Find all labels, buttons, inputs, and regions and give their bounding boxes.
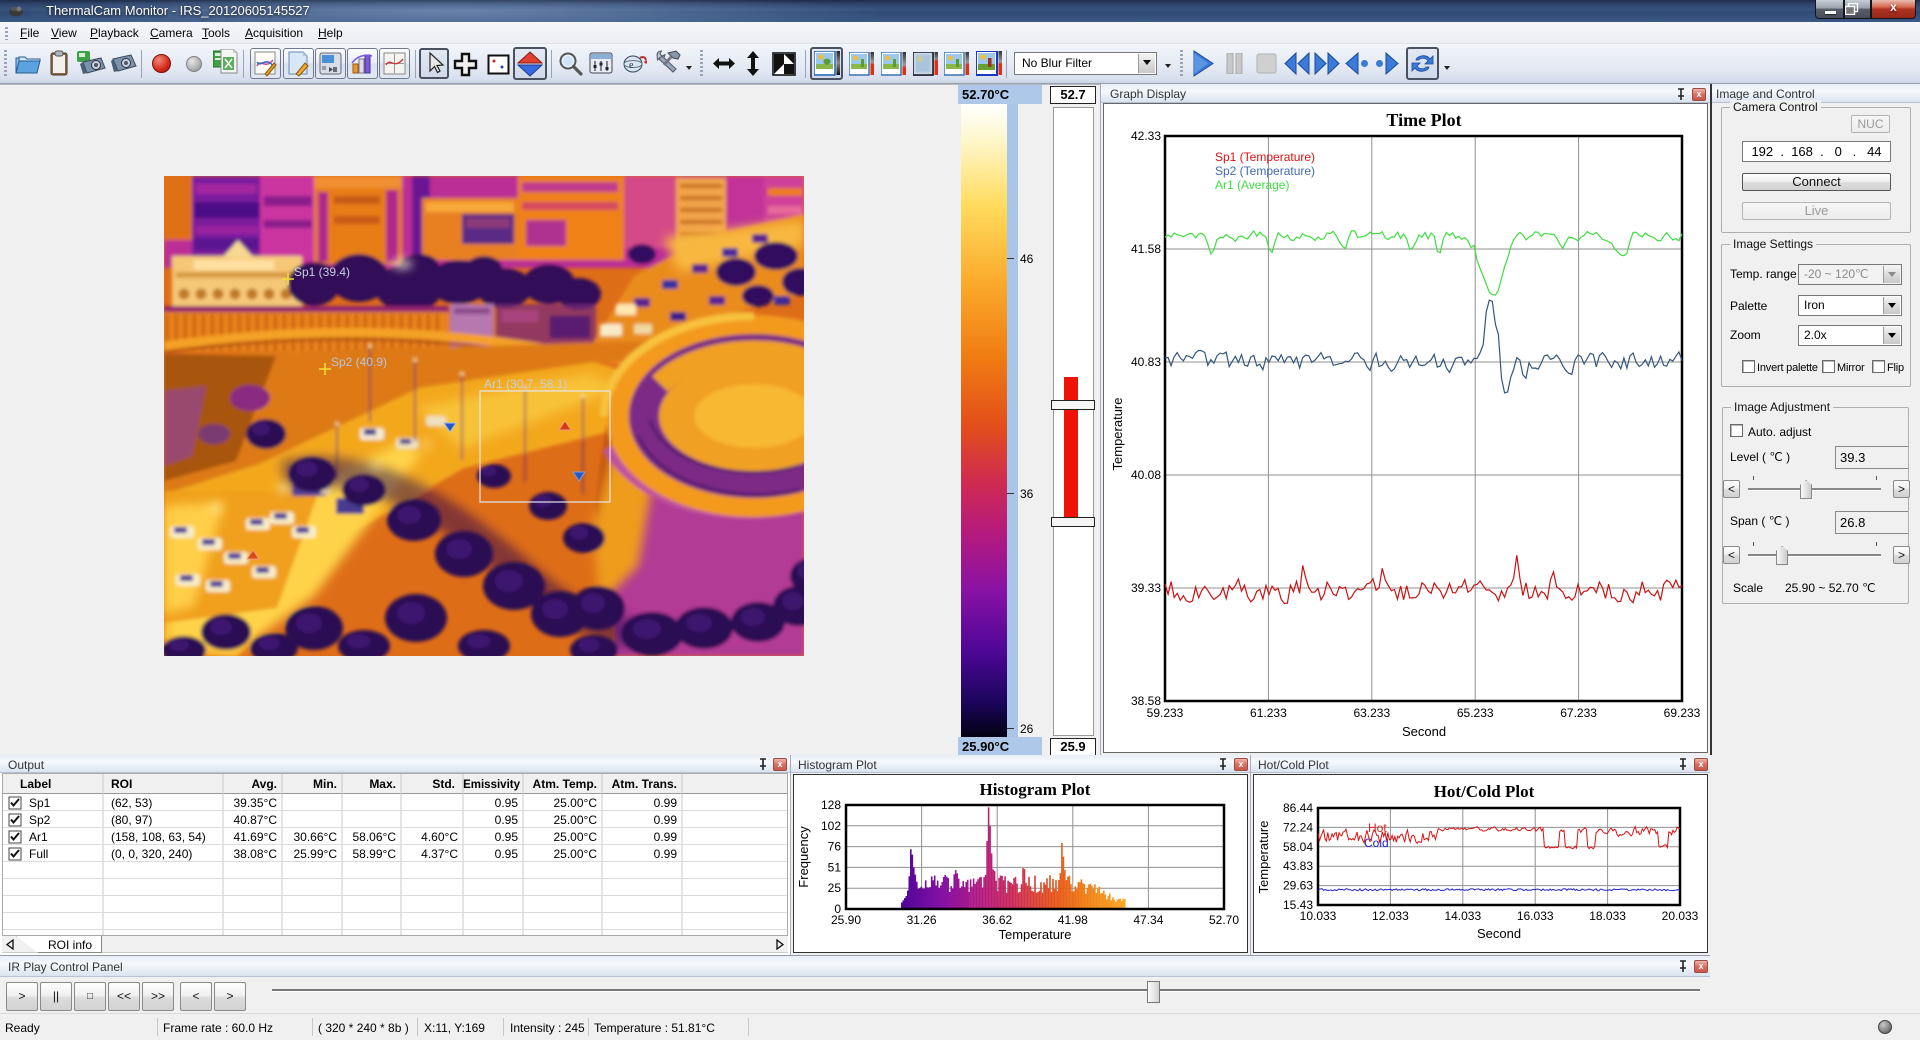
svg-text:41.58: 41.58 bbox=[1131, 242, 1161, 256]
svg-text:Avg.: Avg. bbox=[251, 777, 277, 791]
svg-text:Hot/Cold Plot: Hot/Cold Plot bbox=[1434, 782, 1535, 801]
svg-text:0.99: 0.99 bbox=[654, 847, 678, 861]
svg-text:Label: Label bbox=[20, 777, 51, 791]
svg-text:63.233: 63.233 bbox=[1353, 706, 1390, 720]
svg-text:20.033: 20.033 bbox=[1662, 909, 1699, 923]
svg-text:40.08: 40.08 bbox=[1131, 468, 1161, 482]
svg-text:(80, 97): (80, 97) bbox=[111, 813, 152, 827]
svg-text:29.63: 29.63 bbox=[1283, 879, 1313, 893]
svg-text:102: 102 bbox=[821, 819, 841, 833]
svg-text:(0, 0, 320, 240): (0, 0, 320, 240) bbox=[111, 847, 192, 861]
svg-text:0.99: 0.99 bbox=[654, 796, 678, 810]
svg-text:Frequency: Frequency bbox=[796, 826, 811, 888]
svg-text:Sp2 (Temperature): Sp2 (Temperature) bbox=[1215, 164, 1315, 178]
svg-text:(62, 53): (62, 53) bbox=[111, 796, 152, 810]
svg-text:Ar1: Ar1 bbox=[29, 830, 48, 844]
svg-text:Second: Second bbox=[1477, 926, 1521, 941]
svg-text:58.99°C: 58.99°C bbox=[353, 847, 397, 861]
svg-text:0.99: 0.99 bbox=[654, 813, 678, 827]
svg-text:41.69°C: 41.69°C bbox=[234, 830, 278, 844]
svg-text:52.70: 52.70 bbox=[1209, 913, 1239, 927]
svg-text:25.90: 25.90 bbox=[831, 913, 861, 927]
svg-text:10.033: 10.033 bbox=[1300, 909, 1337, 923]
svg-text:Atm. Trans.: Atm. Trans. bbox=[612, 777, 677, 791]
svg-text:86.44: 86.44 bbox=[1283, 801, 1313, 815]
svg-text:4.60°C: 4.60°C bbox=[421, 830, 458, 844]
svg-text:41.98: 41.98 bbox=[1058, 913, 1088, 927]
svg-text:Sp2 (40.9): Sp2 (40.9) bbox=[331, 355, 387, 369]
svg-text:25.00°C: 25.00°C bbox=[554, 847, 598, 861]
svg-text:0.95: 0.95 bbox=[495, 796, 519, 810]
svg-text:38.08°C: 38.08°C bbox=[234, 847, 278, 861]
svg-text:51: 51 bbox=[828, 860, 842, 874]
svg-text:61.233: 61.233 bbox=[1250, 706, 1287, 720]
svg-text:128: 128 bbox=[821, 798, 841, 812]
svg-text:14.033: 14.033 bbox=[1444, 909, 1481, 923]
svg-text:ROI: ROI bbox=[111, 777, 132, 791]
svg-text:Temperature: Temperature bbox=[1256, 821, 1271, 894]
svg-text:Cold: Cold bbox=[1364, 836, 1389, 850]
svg-text:Emissivity: Emissivity bbox=[463, 779, 520, 791]
svg-text:39.33: 39.33 bbox=[1131, 581, 1161, 595]
svg-text:31.26: 31.26 bbox=[907, 913, 937, 927]
svg-text:Ar1 (30.7, 58.1): Ar1 (30.7, 58.1) bbox=[484, 377, 567, 391]
svg-text:0.99: 0.99 bbox=[654, 830, 678, 844]
svg-text:Std.: Std. bbox=[432, 777, 455, 791]
svg-text:30.66°C: 30.66°C bbox=[294, 830, 338, 844]
svg-text:58.06°C: 58.06°C bbox=[353, 830, 397, 844]
svg-text:Temperature: Temperature bbox=[999, 927, 1072, 942]
svg-text:59.233: 59.233 bbox=[1147, 706, 1184, 720]
svg-text:Histogram Plot: Histogram Plot bbox=[980, 780, 1091, 799]
svg-text:25.00°C: 25.00°C bbox=[554, 796, 598, 810]
svg-text:12.033: 12.033 bbox=[1372, 909, 1409, 923]
svg-text:67.233: 67.233 bbox=[1560, 706, 1597, 720]
svg-text:(158, 108, 63, 54): (158, 108, 63, 54) bbox=[111, 830, 206, 844]
svg-text:65.233: 65.233 bbox=[1457, 706, 1494, 720]
svg-text:36.62: 36.62 bbox=[982, 913, 1012, 927]
svg-text:58.04: 58.04 bbox=[1283, 840, 1313, 854]
svg-text:16.033: 16.033 bbox=[1517, 909, 1554, 923]
svg-text:Sp1 (39.4): Sp1 (39.4) bbox=[294, 265, 350, 279]
svg-text:Min.: Min. bbox=[313, 777, 337, 791]
svg-text:25: 25 bbox=[828, 881, 842, 895]
svg-text:72.24: 72.24 bbox=[1283, 820, 1313, 834]
svg-text:47.34: 47.34 bbox=[1133, 913, 1163, 927]
svg-text:Second: Second bbox=[1402, 724, 1446, 739]
svg-text:Max.: Max. bbox=[369, 777, 396, 791]
svg-text:25.00°C: 25.00°C bbox=[554, 813, 598, 827]
svg-text:18.033: 18.033 bbox=[1589, 909, 1626, 923]
svg-text:4.37°C: 4.37°C bbox=[421, 847, 458, 861]
svg-text:42.33: 42.33 bbox=[1131, 129, 1161, 143]
svg-text:Temperature: Temperature bbox=[1110, 398, 1125, 471]
svg-text:43.83: 43.83 bbox=[1283, 859, 1313, 873]
svg-text:Sp1: Sp1 bbox=[29, 796, 51, 810]
svg-text:40.87°C: 40.87°C bbox=[234, 813, 278, 827]
svg-text:76: 76 bbox=[828, 840, 842, 854]
svg-text:Sp1 (Temperature): Sp1 (Temperature) bbox=[1215, 150, 1315, 164]
svg-text:Atm. Temp.: Atm. Temp. bbox=[533, 777, 597, 791]
svg-text:25.99°C: 25.99°C bbox=[294, 847, 338, 861]
svg-text:Sp2: Sp2 bbox=[29, 813, 51, 827]
svg-text:69.233: 69.233 bbox=[1664, 706, 1701, 720]
svg-text:0.95: 0.95 bbox=[495, 830, 519, 844]
svg-text:25.00°C: 25.00°C bbox=[554, 830, 598, 844]
svg-text:39.35°C: 39.35°C bbox=[234, 796, 278, 810]
svg-text:Ar1 (Average): Ar1 (Average) bbox=[1215, 178, 1289, 192]
svg-text:Time Plot: Time Plot bbox=[1386, 110, 1461, 130]
svg-text:0.95: 0.95 bbox=[495, 847, 519, 861]
svg-text:0.95: 0.95 bbox=[495, 813, 519, 827]
svg-text:Full: Full bbox=[29, 847, 48, 861]
svg-text:e: e bbox=[629, 60, 634, 71]
svg-text:40.83: 40.83 bbox=[1131, 355, 1161, 369]
